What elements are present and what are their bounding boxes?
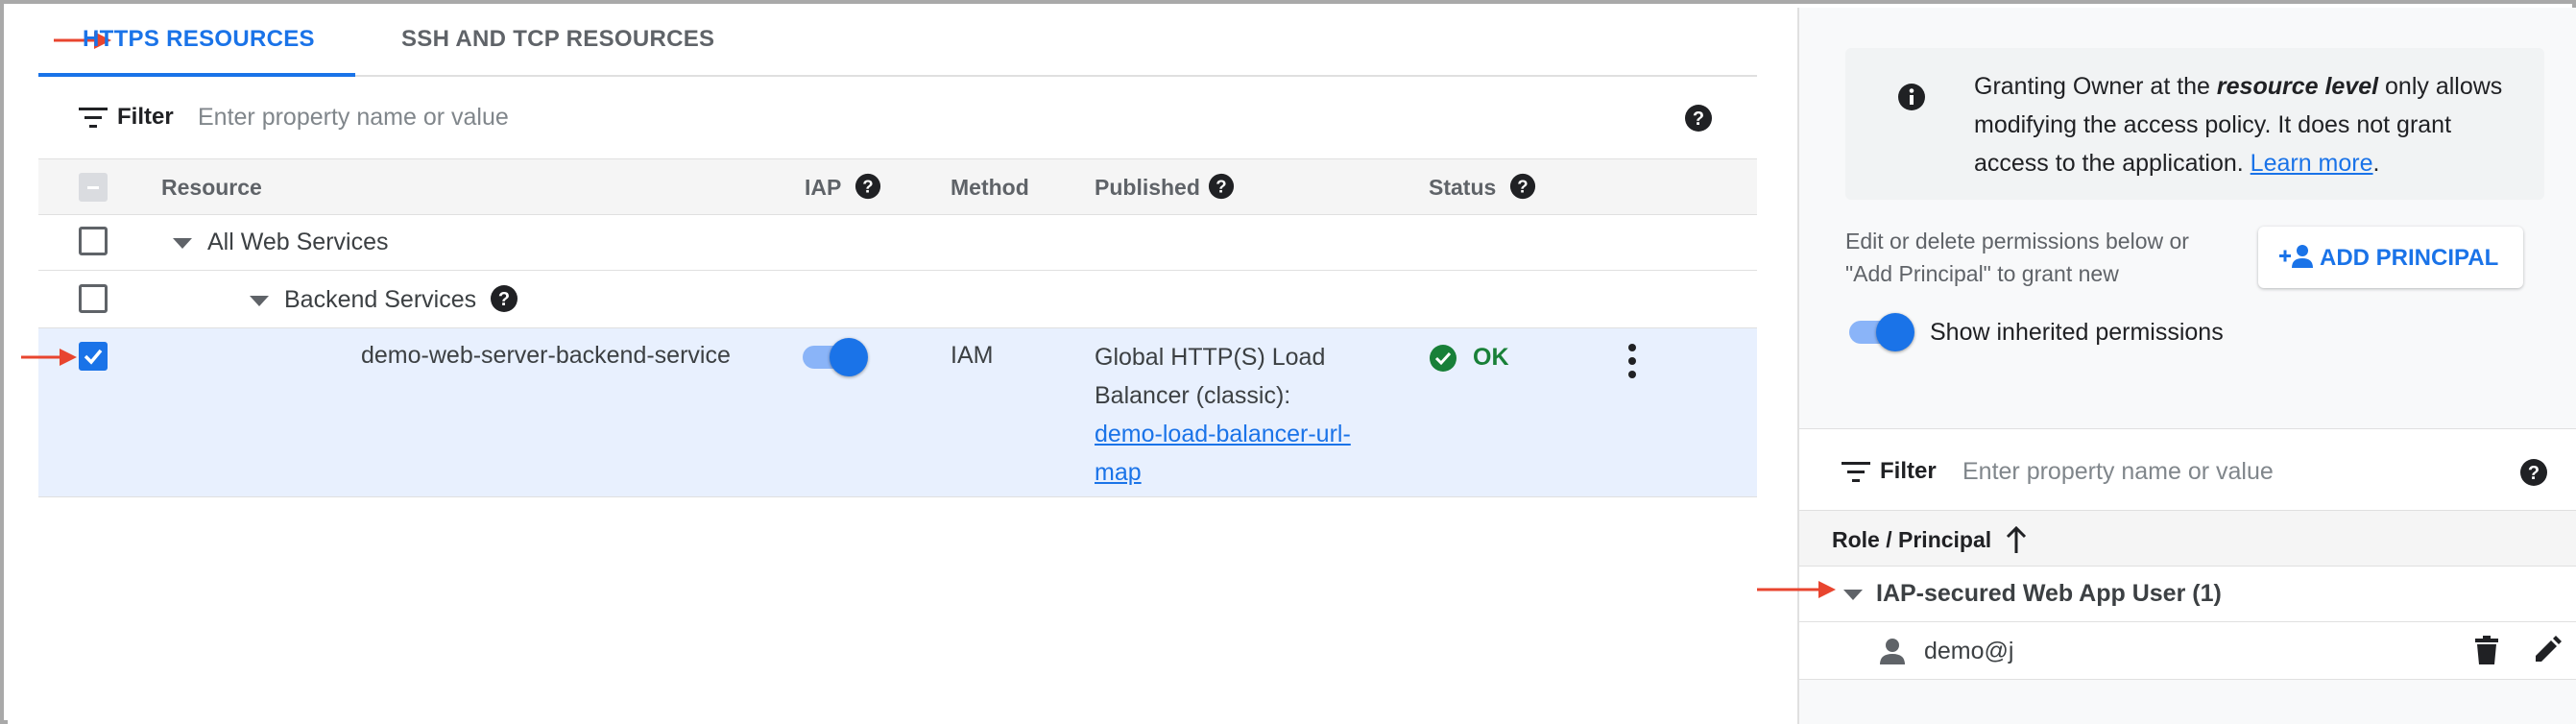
backend-services-help-icon[interactable]: ? (490, 284, 518, 313)
status-help-icon[interactable]: ? (1509, 173, 1536, 200)
more-vert-icon[interactable] (1623, 342, 1642, 380)
url-map-link[interactable]: demo-load-balancer-url-map (1095, 421, 1351, 486)
principal-row[interactable]: demo@j (1799, 622, 2576, 680)
svg-text:?: ? (1216, 177, 1226, 197)
svg-text:?: ? (862, 177, 873, 197)
svg-text:?: ? (498, 289, 510, 310)
collapse-caret-icon[interactable] (1843, 590, 1863, 600)
role-group-row[interactable]: IAP-secured Web App User (1) (1799, 567, 2576, 622)
iap-help-icon[interactable]: ? (855, 173, 881, 200)
principal-table-header: Role / Principal (1799, 511, 2576, 567)
tab-https-resources[interactable]: HTTPS RESOURCES (38, 8, 355, 77)
resource-name: All Web Services (207, 229, 389, 255)
person-icon (1880, 639, 1905, 664)
column-method: Method (951, 175, 1029, 200)
expand-caret-icon[interactable] (250, 296, 269, 306)
help-icon[interactable]: ? (2519, 458, 2548, 487)
svg-text:?: ? (2528, 463, 2540, 484)
published-text: Global HTTP(S) Load Balancer (classic): (1095, 344, 1326, 409)
filter-icon (79, 108, 108, 128)
tab-bar: HTTPS RESOURCES SSH AND TCP RESOURCES (38, 8, 1757, 77)
screenshot-frame: HTTPS RESOURCES SSH AND TCP RESOURCES Fi… (0, 0, 2576, 724)
role-group-name: IAP-secured Web App User (1) (1876, 580, 2222, 607)
principal-filter-input[interactable] (1961, 452, 2460, 491)
resource-name: Backend Services (284, 286, 477, 313)
column-status: Status (1429, 175, 1497, 200)
filter-icon (1842, 462, 1870, 482)
select-all-checkbox[interactable] (79, 173, 108, 202)
info-text-end: . (2372, 150, 2380, 177)
iap-toggle[interactable] (801, 338, 870, 376)
row-checkbox[interactable] (79, 227, 108, 255)
permissions-panel: Granting Owner at the resource level onl… (1797, 8, 2576, 724)
add-principal-button[interactable]: ADD PRINCIPAL (2258, 227, 2523, 288)
resources-table-header: Resource IAP ? Method Published ? Status… (38, 159, 1757, 215)
add-person-icon (2279, 245, 2313, 268)
edit-permissions-hint: Edit or delete permissions below or "Add… (1845, 229, 2189, 286)
resource-filter-bar: Filter ? (38, 79, 1757, 159)
info-icon (1898, 84, 1925, 110)
edit-pencil-icon[interactable] (2533, 636, 2562, 664)
info-banner: Granting Owner at the resource level onl… (1845, 48, 2544, 200)
column-published: Published (1095, 175, 1200, 200)
table-row[interactable]: Backend Services ? (38, 271, 1757, 328)
tab-ssh-tcp-resources[interactable]: SSH AND TCP RESOURCES (401, 8, 714, 77)
table-row[interactable]: All Web Services (38, 215, 1757, 271)
svg-text:?: ? (1517, 177, 1528, 197)
info-text-emphasis: resource level (2216, 73, 2379, 100)
show-inherited-label: Show inherited permissions (1930, 319, 2224, 346)
filter-label: Filter (1880, 458, 1937, 484)
published-help-icon[interactable]: ? (1208, 173, 1235, 200)
principal-filter-bar: Filter ? (1799, 428, 2576, 511)
expand-caret-icon[interactable] (173, 238, 192, 249)
annotation-arrow-icon (21, 349, 77, 366)
resource-name: demo-web-server-backend-service (361, 342, 731, 369)
sort-ascending-icon[interactable] (2005, 524, 2028, 553)
delete-icon[interactable] (2475, 636, 2498, 664)
table-row-selected[interactable]: demo-web-server-backend-service IAM Glob… (38, 328, 1757, 497)
column-iap: IAP (805, 175, 842, 200)
svg-text:?: ? (1693, 109, 1704, 130)
published-value: Global HTTP(S) Load Balancer (classic): … (1095, 338, 1373, 492)
method-value: IAM (951, 342, 994, 369)
info-text-prefix: Granting Owner at the (1974, 73, 2217, 100)
annotation-arrow-icon (1757, 581, 1836, 598)
resource-filter-input[interactable] (196, 98, 1348, 136)
row-checkbox-checked[interactable] (79, 342, 108, 371)
help-icon[interactable]: ? (1684, 104, 1713, 133)
column-role-principal[interactable]: Role / Principal (1832, 527, 1991, 553)
learn-more-link[interactable]: Learn more (2251, 150, 2373, 177)
add-principal-label: ADD PRINCIPAL (2320, 245, 2499, 271)
principal-email: demo@j (1924, 638, 2014, 664)
checkmark-icon (84, 349, 103, 365)
row-checkbox[interactable] (79, 284, 108, 313)
status-ok-icon (1430, 345, 1457, 372)
status-value: OK (1473, 344, 1509, 371)
show-inherited-toggle[interactable] (1847, 313, 1916, 351)
info-text: Granting Owner at the resource level onl… (1974, 67, 2531, 182)
filter-label: Filter (117, 104, 174, 130)
resources-panel: HTTPS RESOURCES SSH AND TCP RESOURCES Fi… (8, 8, 1797, 724)
column-resource: Resource (161, 175, 262, 200)
